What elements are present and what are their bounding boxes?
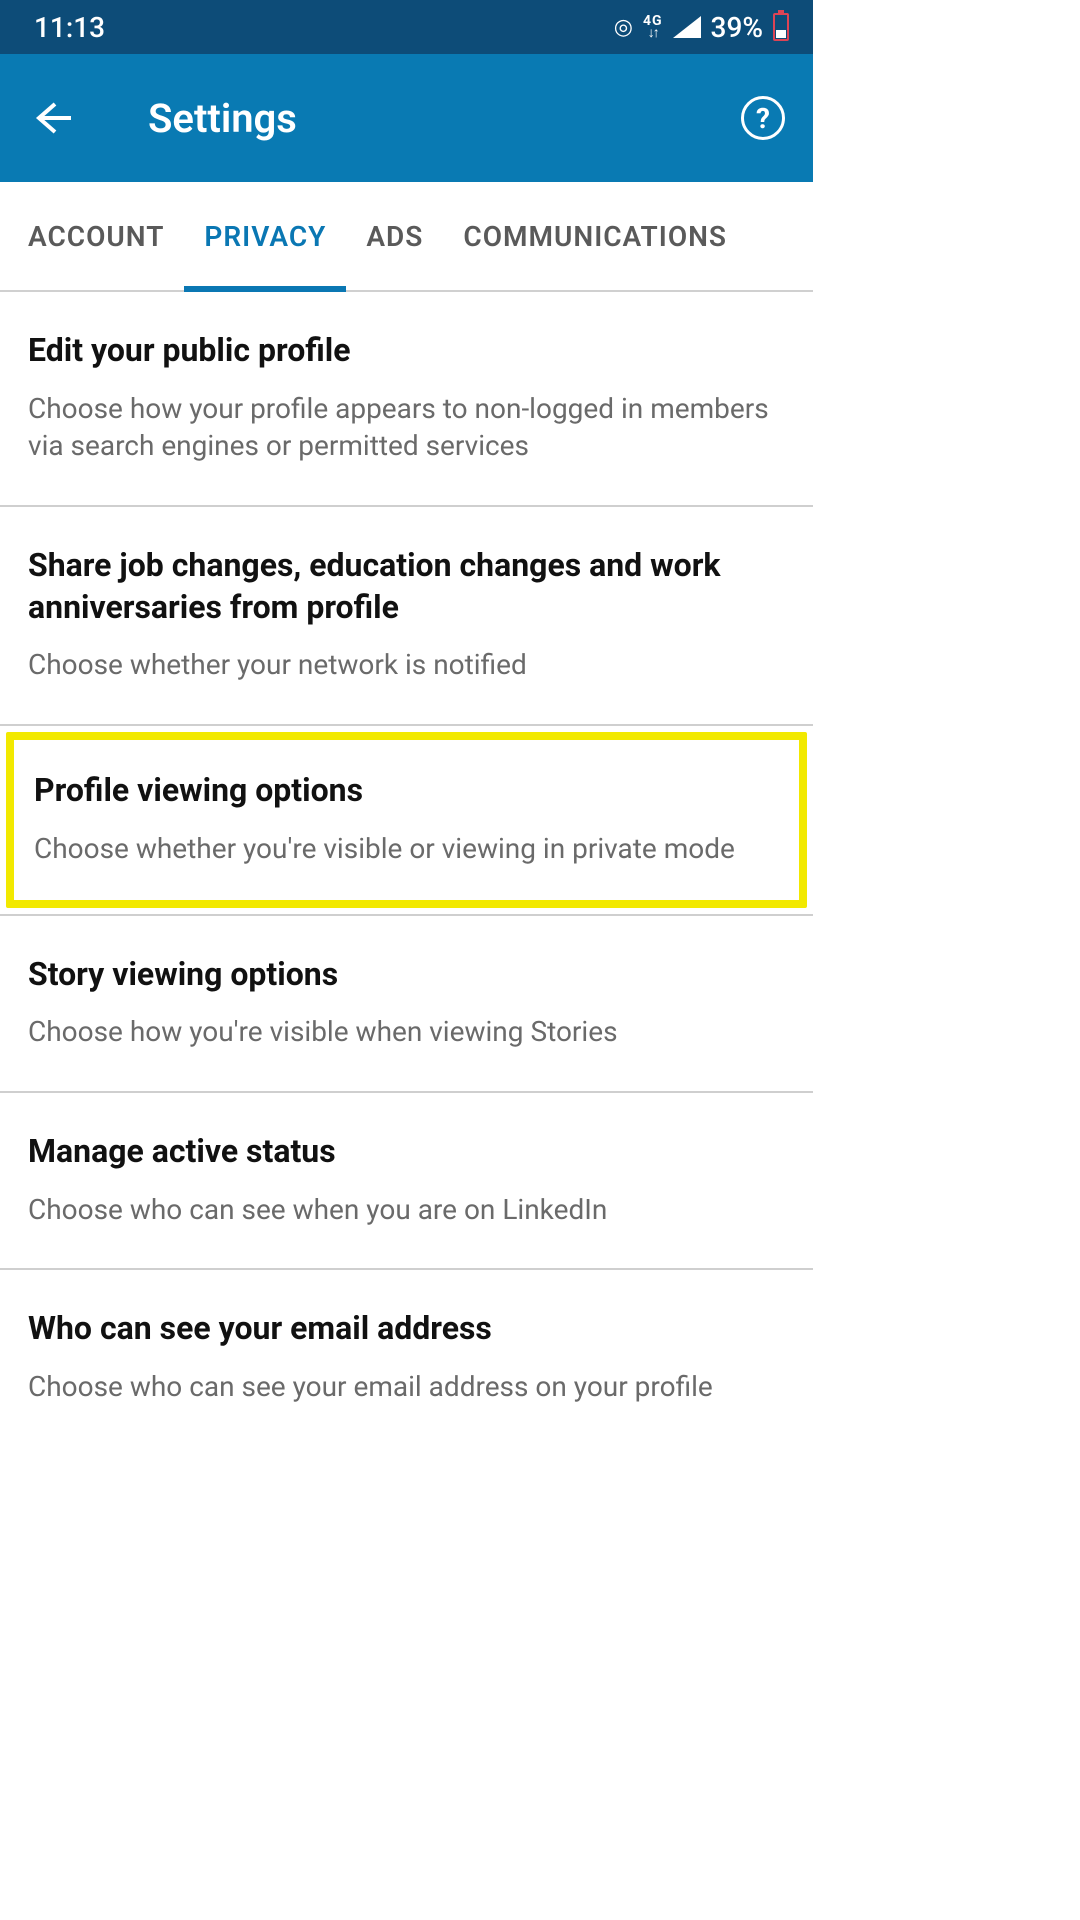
help-button[interactable]: ? [741, 96, 785, 140]
help-icon: ? [756, 102, 770, 135]
status-time: 11:13 [34, 11, 105, 44]
status-right: ◎ 4G↓↑ 39% [614, 11, 789, 44]
list-item[interactable]: Edit your public profile Choose how your… [0, 292, 813, 507]
list-item[interactable]: Manage active status Choose who can see … [0, 1093, 813, 1270]
status-bar: 11:13 ◎ 4G↓↑ 39% [0, 0, 813, 54]
page-title: Settings [148, 95, 741, 142]
tab-ads[interactable]: ADS [346, 182, 443, 290]
back-button[interactable] [28, 93, 78, 143]
item-desc: Choose how your profile appears to non-l… [28, 390, 785, 466]
list-item[interactable]: Profile viewing options Choose whether y… [14, 740, 799, 899]
signal-icon [673, 16, 701, 38]
hotspot-icon: ◎ [614, 15, 633, 40]
item-desc: Choose who can see when you are on Linke… [28, 1191, 785, 1229]
battery-percent: 39% [711, 11, 763, 44]
item-desc: Choose whether your network is notified [28, 646, 785, 684]
list-item[interactable]: Story viewing options Choose how you're … [0, 916, 813, 1093]
item-title: Share job changes, education changes and… [28, 545, 785, 628]
item-title: Who can see your email address [28, 1308, 785, 1350]
tab-communications[interactable]: COMMUNICATIONS [443, 182, 747, 290]
tab-privacy[interactable]: PRIVACY [184, 182, 346, 290]
item-title: Edit your public profile [28, 330, 785, 372]
network-4g-icon: 4G↓↑ [643, 15, 663, 39]
item-desc: Choose how you're visible when viewing S… [28, 1013, 785, 1051]
battery-icon [773, 13, 789, 41]
item-title: Profile viewing options [34, 770, 779, 812]
item-title: Story viewing options [28, 954, 785, 996]
item-desc: Choose whether you're visible or viewing… [34, 830, 779, 868]
list-item[interactable]: Share job changes, education changes and… [0, 507, 813, 726]
tabs: ACCOUNT PRIVACY ADS COMMUNICATIONS [0, 182, 813, 292]
highlight-annotation: Profile viewing options Choose whether y… [6, 732, 807, 907]
settings-list: Edit your public profile Choose how your… [0, 292, 813, 1446]
arrow-left-icon [33, 98, 73, 138]
tab-account[interactable]: ACCOUNT [8, 182, 184, 290]
item-title: Manage active status [28, 1131, 785, 1173]
item-desc: Choose who can see your email address on… [28, 1368, 785, 1406]
list-item[interactable]: Who can see your email address Choose wh… [0, 1270, 813, 1445]
app-bar: Settings ? [0, 54, 813, 182]
